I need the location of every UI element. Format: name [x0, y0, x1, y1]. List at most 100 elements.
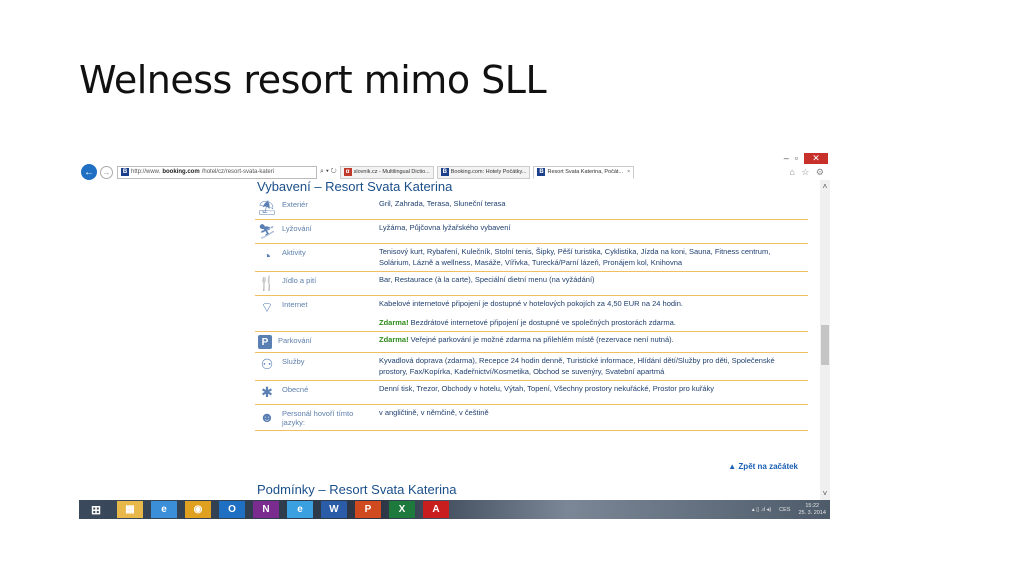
outlook-icon[interactable]: O — [219, 501, 245, 518]
facility-category: Parkování — [278, 336, 312, 345]
facility-description: Kyvadlová doprava (zdarma), Recepce 24 h… — [373, 353, 808, 380]
url-prefix: http://www. — [131, 169, 161, 175]
clock-time: 15:22 — [805, 502, 820, 509]
browser-screenshot: – ▫ ✕ ← → B http://www. booking.com/hotel… — [79, 151, 830, 519]
services-icon: ⚇ — [260, 356, 274, 372]
window-controls: – ▫ ✕ — [784, 152, 828, 164]
facility-category: Exteriér — [282, 200, 308, 209]
facility-row: ⚇ Služby Kyvadlová doprava (zdarma), Recep… — [255, 353, 808, 381]
address-tools[interactable]: ⌕ ▾ ↻ — [320, 168, 337, 176]
facilities-table: ⛱ Exteriér Gril, Zahrada, Terasa, Sluneční… — [255, 196, 808, 432]
browser-tab[interactable]: α slovnik.cz - Multilingual Dictio... — [339, 165, 434, 179]
taskbar: ⊞ ▦ e ◉ O Ne W P X A ▴ ▯ .ıl ◂) CES 15:22 25. 3.… — [79, 500, 830, 519]
facility-label: ⛷ Lyžování — [255, 220, 373, 243]
facility-category: Aktivity — [282, 248, 306, 257]
powerpoint-icon[interactable]: P — [355, 501, 381, 518]
word-icon[interactable]: W — [321, 501, 347, 518]
facility-category: Obecné — [282, 385, 309, 394]
facility-label: ☻ Personál hovoří tímto jazyky: — [255, 405, 373, 430]
facility-text: Bezdrátové internetové připojení je dost… — [408, 317, 676, 327]
facility-category: Lyžování — [282, 224, 312, 233]
facility-label: ✱ Obecné — [255, 381, 373, 404]
onenote-icon[interactable]: N — [253, 501, 279, 518]
ie-icon[interactable]: e — [151, 501, 177, 518]
facility-description: Denní tisk, Trezor, Obchody v hotelu, Vý… — [373, 381, 808, 404]
facility-line: Tenisový kurt, Rybaření, Kulečník, Stoln… — [379, 247, 804, 268]
facility-description: v angličtině, v němčině, v češtině — [373, 405, 808, 430]
free-badge: Zdarma! — [379, 317, 409, 327]
parking-icon: P — [258, 335, 272, 349]
page-content: Vybavení – Resort Svata Katerina ⛱ Exteri… — [79, 180, 820, 500]
language-indicator[interactable]: CES — [779, 507, 790, 513]
tab-label: slovnik.cz - Multilingual Dictio... — [353, 169, 430, 175]
browser-tab[interactable]: B Resort Svata Katerina, Počát... × — [533, 165, 635, 179]
slide-title: Welness resort mimo SLL — [79, 58, 547, 102]
facility-row: ☻ Personál hovoří tímto jazyky: v angličti… — [255, 405, 808, 432]
tray-indicators[interactable]: ▴ ▯ .ıl ◂) — [752, 507, 771, 513]
facility-category: Jídlo a pití — [282, 276, 317, 285]
url-path: /hotel/cz/resort-svata-kateri — [201, 169, 275, 175]
facility-description: Zdarma! Veřejné parkování je možné zdarm… — [373, 332, 808, 352]
close-button[interactable]: ✕ — [804, 152, 828, 164]
start-button[interactable]: ⊞ — [83, 501, 109, 518]
slovnik-icon: α — [343, 168, 352, 176]
facility-line: Kyvadlová doprava (zdarma), Recepce 24 h… — [379, 356, 804, 377]
restore-button[interactable]: ▫ — [795, 153, 798, 163]
facility-label: P Parkování — [255, 332, 373, 352]
facility-category: Personál hovoří tímto jazyky: — [282, 409, 354, 427]
facility-category: Internet — [282, 300, 308, 309]
facility-label: ⌔ Internet — [255, 296, 373, 331]
facility-text: Gril, Zahrada, Terasa, Sluneční terasa — [379, 199, 506, 208]
facility-description: Kabelové internetové připojení je dostup… — [373, 296, 808, 331]
browser-tools-icons[interactable]: ⌂ ☆ ⚙ — [789, 167, 826, 178]
facility-row: ⌔ Internet Kabelové internetové připojení … — [255, 296, 808, 332]
sport-icon: ◔ — [262, 247, 272, 264]
close-tab-icon[interactable]: × — [627, 169, 630, 175]
system-tray: ▴ ▯ .ıl ◂) CES 15:22 25. 3. 2014 — [752, 500, 826, 519]
facility-description: Lyžárna, Půjčovna lyžařského vybavení — [373, 220, 808, 243]
facility-text: Kabelové internetové připojení je dostup… — [379, 299, 683, 308]
ie-icon[interactable]: e — [287, 501, 313, 518]
facility-text: Lyžárna, Půjčovna lyžařského vybavení — [379, 223, 511, 232]
speech-icon: ☻ — [259, 408, 275, 425]
facility-line: Gril, Zahrada, Terasa, Sluneční terasa — [379, 199, 804, 210]
browser-tab[interactable]: B Booking.com: Hotely Počátky... — [436, 165, 531, 179]
facility-row: ⛷ Lyžování Lyžárna, Půjčovna lyžařského vy… — [255, 220, 808, 244]
tab-label: Resort Svata Katerina, Počát... — [547, 169, 623, 175]
facility-label: ⚇ Služby — [255, 353, 373, 380]
facility-line: v angličtině, v němčině, v češtině — [379, 408, 804, 419]
booking-icon: B — [440, 168, 449, 176]
scroll-down-icon[interactable]: ˅ — [820, 489, 830, 498]
facility-row: ✱ Obecné Denní tisk, Trezor, Obchody v hot… — [255, 381, 808, 405]
address-bar[interactable]: B http://www. booking.com/hotel/cz/resort… — [117, 165, 317, 179]
facility-text: Tenisový kurt, Rybaření, Kulečník, Stoln… — [379, 247, 771, 267]
booking-icon: B — [121, 168, 129, 176]
general-icon: ✱ — [261, 384, 273, 400]
tab-strip: α slovnik.cz - Multilingual Dictio... B Boo… — [337, 165, 635, 179]
facility-row: 🍴 Jídlo a pití Bar, Restaurace (à la carte… — [255, 272, 808, 296]
clock[interactable]: 15:22 25. 3. 2014 — [798, 503, 826, 516]
explorer-icon[interactable]: ▦ — [117, 501, 143, 518]
acrobat-icon[interactable]: A — [423, 501, 449, 518]
taskbar-apps: ▦ e ◉ O Ne W P X A — [117, 501, 457, 518]
back-button[interactable]: ← — [81, 164, 97, 180]
umbrella-icon: ⛱ — [258, 199, 276, 215]
facility-text: Veřejné parkování je možné zdarma na při… — [408, 335, 674, 344]
facility-row: ◔ Aktivity Tenisový kurt, Rybaření, Kulečn… — [255, 244, 808, 272]
chrome-icon[interactable]: ◉ — [185, 501, 211, 518]
facility-line: Kabelové internetové připojení je dostup… — [379, 299, 804, 310]
forward-button[interactable]: → — [100, 165, 113, 179]
excel-icon[interactable]: X — [389, 501, 415, 518]
section-title: Vybavení – Resort Svata Katerina — [257, 180, 453, 194]
facility-line: Zdarma! Veřejné parkování je možné zdarm… — [379, 335, 804, 346]
scroll-up-icon[interactable]: ˄ — [820, 182, 830, 191]
facility-label: 🍴 Jídlo a pití — [255, 272, 373, 295]
food-icon: 🍴 — [258, 275, 276, 291]
facility-description: Gril, Zahrada, Terasa, Sluneční terasa — [373, 196, 808, 219]
vertical-scrollbar[interactable]: ˄ ˅ — [820, 180, 830, 500]
facility-label: ◔ Aktivity — [255, 244, 373, 271]
facility-category: Služby — [282, 357, 305, 366]
back-to-top-link[interactable]: ▲ Zpět na začátek — [728, 462, 798, 471]
scroll-thumb[interactable] — [821, 325, 829, 365]
minimize-button[interactable]: – — [784, 153, 789, 163]
